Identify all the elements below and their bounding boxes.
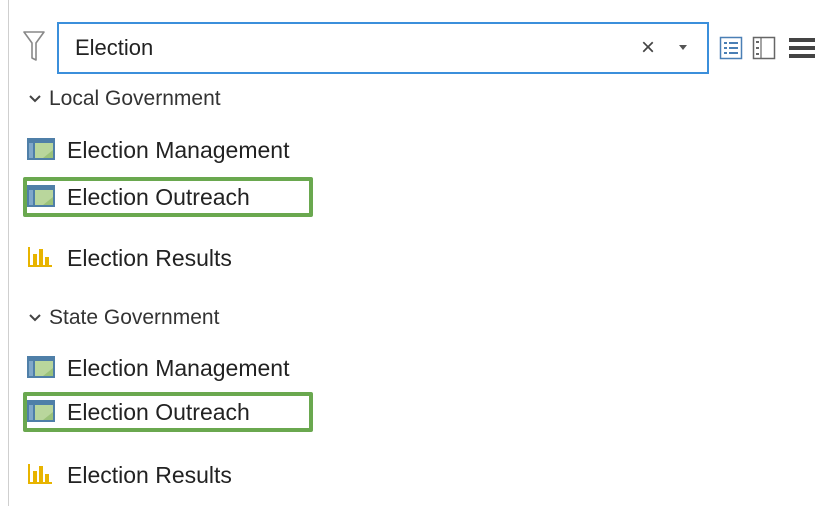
group-label: Local Government — [49, 87, 221, 110]
chevron-down-icon — [29, 314, 41, 322]
item-label: Election Outreach — [67, 184, 250, 210]
close-icon[interactable]: × — [637, 35, 659, 61]
item-label: Election Outreach — [67, 399, 250, 425]
group-label: State Government — [49, 306, 220, 329]
map-icon — [27, 400, 55, 422]
search-toolbar: × — [9, 22, 817, 76]
search-input[interactable] — [75, 24, 615, 72]
hamburger-menu-icon[interactable] — [788, 36, 816, 60]
map-icon — [27, 138, 55, 160]
list-item-election-outreach[interactable]: Election Outreach — [23, 392, 313, 432]
list-item-election-management[interactable]: Election Management — [23, 348, 313, 388]
map-icon — [27, 356, 55, 378]
item-label: Election Management — [67, 355, 290, 381]
map-icon — [27, 185, 55, 207]
bar-chart-icon — [28, 247, 52, 267]
group-header-state-government[interactable]: State Government — [27, 303, 219, 333]
list-item-election-outreach[interactable]: Election Outreach — [23, 177, 313, 217]
search-box[interactable]: × — [57, 22, 709, 74]
chevron-down-icon[interactable] — [676, 38, 690, 56]
filter-icon[interactable] — [23, 31, 45, 61]
list-item-election-results[interactable]: Election Results — [23, 238, 313, 278]
item-label: Election Results — [67, 245, 232, 271]
item-label: Election Results — [67, 462, 232, 488]
list-view-icon[interactable] — [719, 36, 743, 60]
detail-view-icon[interactable] — [752, 36, 776, 60]
bar-chart-icon — [28, 464, 52, 484]
list-item-election-management[interactable]: Election Management — [23, 130, 313, 170]
chevron-down-icon — [29, 95, 41, 103]
list-item-election-results[interactable]: Election Results — [23, 455, 313, 495]
item-label: Election Management — [67, 137, 290, 163]
template-gallery-panel: × — [8, 0, 817, 506]
group-header-local-government[interactable]: Local Government — [27, 84, 221, 114]
